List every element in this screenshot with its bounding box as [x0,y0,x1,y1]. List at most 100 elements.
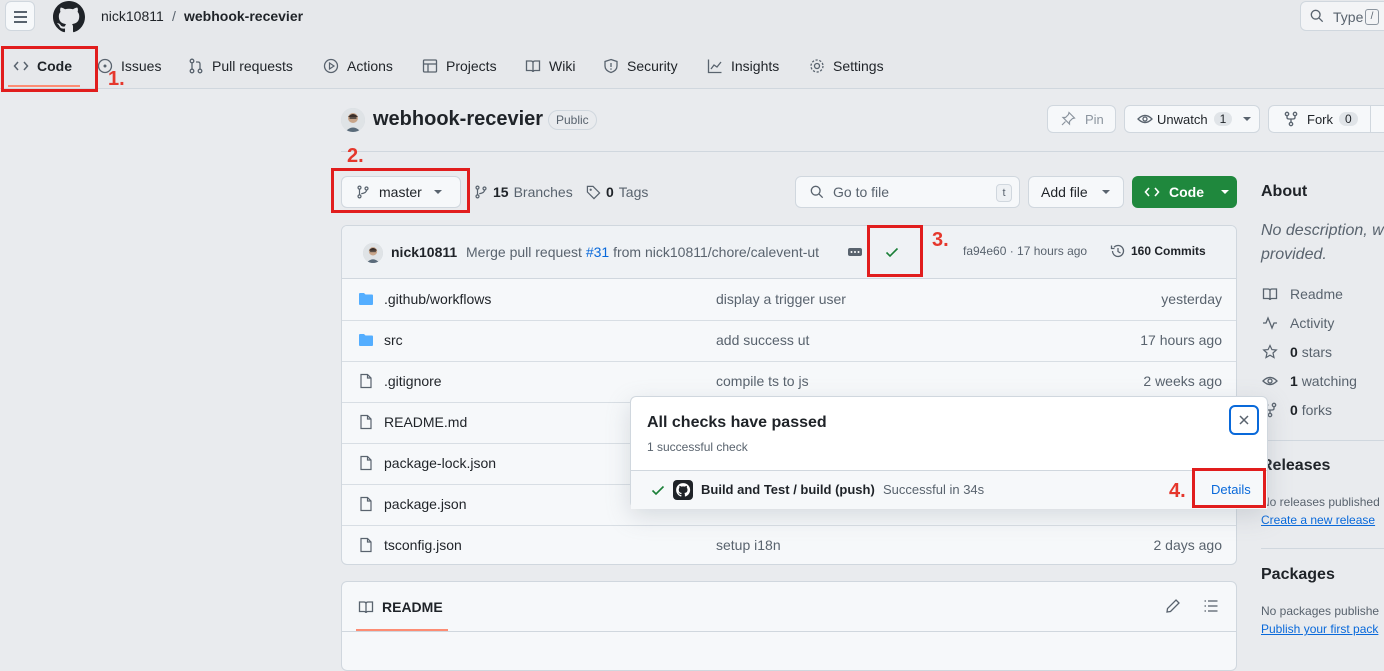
file-row[interactable]: src add success ut 17 hours ago [342,320,1236,362]
commits-history-link[interactable]: 160 Commits [1110,243,1206,259]
file-commit-message[interactable]: add success ut [716,332,809,348]
tags-link[interactable]: 0 Tags [586,184,648,200]
tab-insights[interactable]: Insights [707,56,779,76]
annotation-step-1: 1. [108,68,125,90]
file-name[interactable]: README.md [384,414,467,430]
tab-settings-label: Settings [833,58,884,74]
forks-count: 0 [1290,402,1298,418]
forks-link[interactable]: 0 forks [1262,402,1332,418]
file-date: 2 days ago [1153,537,1223,553]
check-run-name[interactable]: Build and Test / build (push) [701,482,875,497]
tab-actions[interactable]: Actions [323,56,393,76]
file-name[interactable]: package-lock.json [384,455,496,471]
expand-message-button[interactable] [848,248,862,256]
search-icon [1310,9,1324,23]
graph-icon [707,59,722,74]
file-name[interactable]: package.json [384,496,467,512]
activity-link[interactable]: Activity [1262,315,1334,331]
commit-pr-link[interactable]: #31 [586,244,609,260]
check-run-status: Successful in 34s [883,482,985,497]
close-popover-button[interactable] [1229,405,1259,435]
tab-actions-label: Actions [347,58,393,74]
list-outline-icon[interactable] [1203,598,1219,614]
activity-label: Activity [1290,315,1335,331]
file-row[interactable]: .github/workflows display a trigger user… [342,279,1236,321]
caret-down-icon [1243,117,1252,121]
tab-pull-requests[interactable]: Pull requests [188,56,293,76]
commit-author[interactable]: nick10811 [391,244,457,260]
hamburger-menu-button[interactable] [5,1,35,31]
github-logo-icon[interactable] [53,1,85,33]
star-icon [1262,344,1278,359]
readme-link[interactable]: Readme [1262,286,1343,302]
file-name[interactable]: .gitignore [384,373,442,389]
tab-issues-label: Issues [121,58,162,74]
commit-message[interactable]: Merge pull request #31 from nick10811/ch… [466,244,819,260]
tab-settings[interactable]: Settings [809,56,884,76]
code-icon [1144,187,1160,197]
pencil-icon[interactable] [1165,598,1181,614]
file-row[interactable]: tsconfig.json setup i18n 2 days ago [342,525,1236,564]
pin-button[interactable]: Pin [1047,105,1116,133]
commit-hash-time[interactable]: fa94e60 · 17 hours ago [963,244,1087,258]
header-divider [341,151,1384,152]
stars-link[interactable]: 0 stars [1262,344,1332,360]
fork-button[interactable]: Fork 0 [1268,105,1384,133]
branches-link[interactable]: 15 Branches [474,184,573,200]
eye-icon [1137,114,1153,124]
tab-security[interactable]: Security [603,56,678,76]
checks-subtitle: 1 successful check [647,440,748,454]
file-commit-message[interactable]: setup i18n [716,537,781,553]
about-description-line2: provided. [1261,246,1327,263]
code-button-label: Code [1169,184,1204,200]
github-actions-app-icon [673,480,693,500]
commit-author-avatar[interactable] [363,243,383,263]
releases-heading[interactable]: Releases [1261,457,1330,475]
watching-link[interactable]: 1 watching [1262,373,1357,389]
forks-label: forks [1301,402,1333,418]
ellipsis-icon [850,251,860,253]
create-release-link[interactable]: Create a new release [1261,513,1375,527]
tab-issues[interactable]: Issues [97,56,161,76]
packages-heading[interactable]: Packages [1261,566,1335,584]
search-placeholder: Type [1333,9,1364,25]
publish-package-link[interactable]: Publish your first pack [1261,622,1378,636]
owner-avatar[interactable] [341,108,365,132]
fork-label: Fork [1307,111,1333,127]
go-to-file-shortcut: t [996,184,1012,202]
tab-insights-label: Insights [731,58,780,74]
annotation-step-3: 3. [932,229,949,251]
go-to-file-placeholder: Go to file [833,184,890,200]
file-commit-message[interactable]: compile ts to js [716,373,809,389]
book-icon [525,60,541,73]
folder-icon [359,334,373,346]
tags-count: 0 [606,184,614,200]
annotation-box-branch [331,168,470,213]
stars-count: 0 [1290,344,1298,360]
unwatch-button[interactable]: Unwatch 1 [1124,105,1260,133]
pin-icon [1061,111,1076,126]
tab-wiki[interactable]: Wiki [525,56,575,76]
checks-title: All checks have passed [647,414,827,431]
fork-icon [1284,111,1298,127]
file-commit-message[interactable]: display a trigger user [716,291,846,307]
about-description-line1: No description, w [1261,222,1384,239]
add-file-button[interactable]: Add file [1028,176,1124,208]
global-search-input[interactable]: Type / [1300,1,1384,31]
repo-name-link[interactable]: webhook-recevier [184,8,303,24]
repo-title[interactable]: webhook-recevier [373,108,543,131]
readme-tab[interactable]: README [382,599,443,615]
readme-link-label: Readme [1290,286,1343,302]
file-name[interactable]: .github/workflows [384,291,491,307]
code-dropdown-button[interactable]: Code [1132,176,1237,208]
tab-projects[interactable]: Projects [422,56,497,76]
branches-label: Branches [513,184,573,200]
eye-icon [1262,376,1278,386]
tab-wiki-label: Wiki [549,58,576,74]
about-heading: About [1261,183,1308,200]
file-name[interactable]: src [384,332,403,348]
owner-link[interactable]: nick10811 [101,8,164,24]
file-icon [360,455,372,471]
go-to-file-input[interactable]: Go to file t [795,176,1020,208]
file-name[interactable]: tsconfig.json [384,537,462,553]
